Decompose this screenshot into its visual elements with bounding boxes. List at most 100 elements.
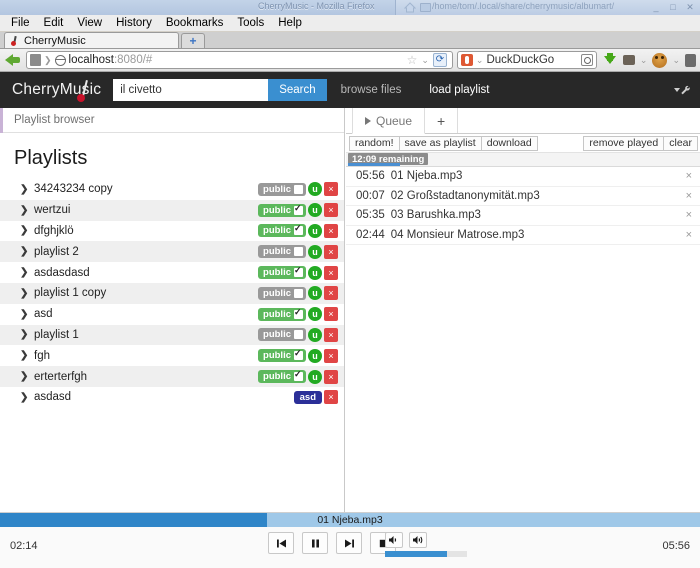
- expand-caret-icon[interactable]: ❯: [20, 309, 28, 320]
- public-checkbox[interactable]: [294, 247, 303, 256]
- update-playlist-button[interactable]: u: [308, 286, 322, 300]
- playlist-row[interactable]: ❯dfghjklöpublicu×: [0, 221, 344, 242]
- expand-caret-icon[interactable]: ❯: [20, 205, 28, 216]
- menu-history[interactable]: History: [109, 16, 159, 30]
- update-playlist-button[interactable]: u: [308, 203, 322, 217]
- playlist-row[interactable]: ❯playlist 1 copypublicu×: [0, 283, 344, 304]
- menu-edit[interactable]: Edit: [37, 16, 71, 30]
- menu-help[interactable]: Help: [271, 16, 309, 30]
- menu-tools[interactable]: Tools: [230, 16, 271, 30]
- playlist-row[interactable]: ❯erterterfghpublicu×: [0, 366, 344, 387]
- greasemonkey-icon[interactable]: [652, 53, 667, 68]
- plugin-chevron-icon[interactable]: ⌄: [640, 55, 648, 66]
- clear-button[interactable]: clear: [663, 136, 698, 151]
- public-checkbox[interactable]: [294, 268, 303, 277]
- save-as-playlist-button[interactable]: save as playlist: [399, 136, 482, 151]
- close-button[interactable]: ✕: [684, 1, 696, 13]
- seek-bar[interactable]: 01 Njeba.mp3: [0, 513, 700, 527]
- bookmark-star-icon[interactable]: ☆: [407, 54, 418, 66]
- delete-playlist-button[interactable]: ×: [324, 328, 338, 342]
- queue-track-row[interactable]: 05:3503 Barushka.mp3×: [346, 206, 700, 226]
- menu-view[interactable]: View: [70, 16, 109, 30]
- expand-caret-icon[interactable]: ❯: [20, 225, 28, 236]
- extension-icon[interactable]: [685, 54, 696, 67]
- expand-caret-icon[interactable]: ❯: [20, 392, 28, 403]
- public-badge[interactable]: public: [258, 245, 306, 258]
- public-badge[interactable]: public: [258, 287, 306, 300]
- delete-playlist-button[interactable]: ×: [324, 245, 338, 259]
- delete-playlist-button[interactable]: ×: [324, 224, 338, 238]
- update-playlist-button[interactable]: u: [308, 328, 322, 342]
- playlist-browser-tab[interactable]: Playlist browser: [0, 108, 344, 133]
- public-badge[interactable]: public: [258, 349, 306, 362]
- playlist-row[interactable]: ❯playlist 2publicu×: [0, 241, 344, 262]
- nav-browse-files[interactable]: browse files: [327, 72, 416, 108]
- playlist-row[interactable]: ❯asdpublicu×: [0, 304, 344, 325]
- greasemonkey-chevron-icon[interactable]: ⌄: [672, 55, 680, 66]
- new-tab-button[interactable]: +: [181, 33, 205, 48]
- menu-bookmarks[interactable]: Bookmarks: [159, 16, 231, 30]
- queue-track-row[interactable]: 00:0702 Großstadtanonymität.mp3×: [346, 187, 700, 207]
- site-identity-icon[interactable]: [30, 54, 41, 66]
- remove-track-button[interactable]: ×: [686, 229, 692, 241]
- add-tab-button[interactable]: +: [425, 108, 458, 133]
- public-checkbox[interactable]: [294, 226, 303, 235]
- delete-playlist-button[interactable]: ×: [324, 266, 338, 280]
- expand-caret-icon[interactable]: ❯: [20, 371, 28, 382]
- search-button[interactable]: Search: [268, 79, 326, 101]
- playlist-row[interactable]: ❯asdasdasdpublicu×: [0, 262, 344, 283]
- public-checkbox[interactable]: [294, 206, 303, 215]
- public-checkbox[interactable]: [294, 351, 303, 360]
- next-button[interactable]: [336, 532, 362, 554]
- cherrymusic-logo[interactable]: CherryMusic: [12, 81, 101, 99]
- expand-caret-icon[interactable]: ❯: [20, 246, 28, 257]
- delete-playlist-button[interactable]: ×: [324, 307, 338, 321]
- search-bar[interactable]: ⌄ DuckDuckGo: [457, 51, 597, 69]
- minimize-button[interactable]: _: [650, 1, 662, 13]
- url-bar[interactable]: ❯ localhost:8080/# ☆ ⌄ ⟳: [26, 51, 453, 69]
- update-playlist-button[interactable]: u: [308, 224, 322, 238]
- public-checkbox[interactable]: [294, 185, 303, 194]
- delete-playlist-button[interactable]: ×: [324, 370, 338, 384]
- update-playlist-button[interactable]: u: [308, 370, 322, 384]
- public-badge[interactable]: public: [258, 204, 306, 217]
- tab-cherrymusic[interactable]: CherryMusic: [4, 32, 179, 48]
- queue-track-row[interactable]: 05:5601 Njeba.mp3×: [346, 167, 700, 187]
- search-engine-chevron-icon[interactable]: ⌄: [476, 55, 484, 66]
- download-button[interactable]: download: [481, 136, 538, 151]
- remove-track-button[interactable]: ×: [686, 209, 692, 221]
- menu-file[interactable]: File: [4, 16, 37, 30]
- downloads-icon[interactable]: [604, 56, 616, 64]
- public-badge[interactable]: public: [258, 328, 306, 341]
- update-playlist-button[interactable]: u: [308, 307, 322, 321]
- playlist-row[interactable]: ❯wertzuipublicu×: [0, 200, 344, 221]
- public-checkbox[interactable]: [294, 372, 303, 381]
- delete-playlist-button[interactable]: ×: [324, 390, 338, 404]
- back-button[interactable]: [4, 51, 22, 69]
- public-checkbox[interactable]: [294, 310, 303, 319]
- nav-load-playlist[interactable]: load playlist: [415, 72, 503, 108]
- previous-button[interactable]: [268, 532, 294, 554]
- remove-track-button[interactable]: ×: [686, 190, 692, 202]
- expand-caret-icon[interactable]: ❯: [20, 184, 28, 195]
- reload-icon[interactable]: ⟳: [433, 53, 447, 67]
- chevron-down-icon[interactable]: ⌄: [421, 55, 429, 66]
- public-badge[interactable]: public: [258, 308, 306, 321]
- search-input[interactable]: [113, 79, 268, 101]
- random-button[interactable]: random!: [349, 136, 400, 151]
- plugin-icon[interactable]: [623, 55, 635, 65]
- expand-caret-icon[interactable]: ❯: [20, 288, 28, 299]
- delete-playlist-button[interactable]: ×: [324, 182, 338, 196]
- update-playlist-button[interactable]: u: [308, 266, 322, 280]
- volume-up-button[interactable]: [409, 532, 427, 548]
- public-checkbox[interactable]: [294, 330, 303, 339]
- delete-playlist-button[interactable]: ×: [324, 203, 338, 217]
- expand-caret-icon[interactable]: ❯: [20, 267, 28, 278]
- public-badge[interactable]: public: [258, 224, 306, 237]
- playlist-row[interactable]: ❯fghpublicu×: [0, 345, 344, 366]
- remove-played-button[interactable]: remove played: [583, 136, 664, 151]
- update-playlist-button[interactable]: u: [308, 182, 322, 196]
- playlist-row[interactable]: ❯playlist 1publicu×: [0, 325, 344, 346]
- settings-wrench-icon[interactable]: [672, 84, 690, 96]
- update-playlist-button[interactable]: u: [308, 349, 322, 363]
